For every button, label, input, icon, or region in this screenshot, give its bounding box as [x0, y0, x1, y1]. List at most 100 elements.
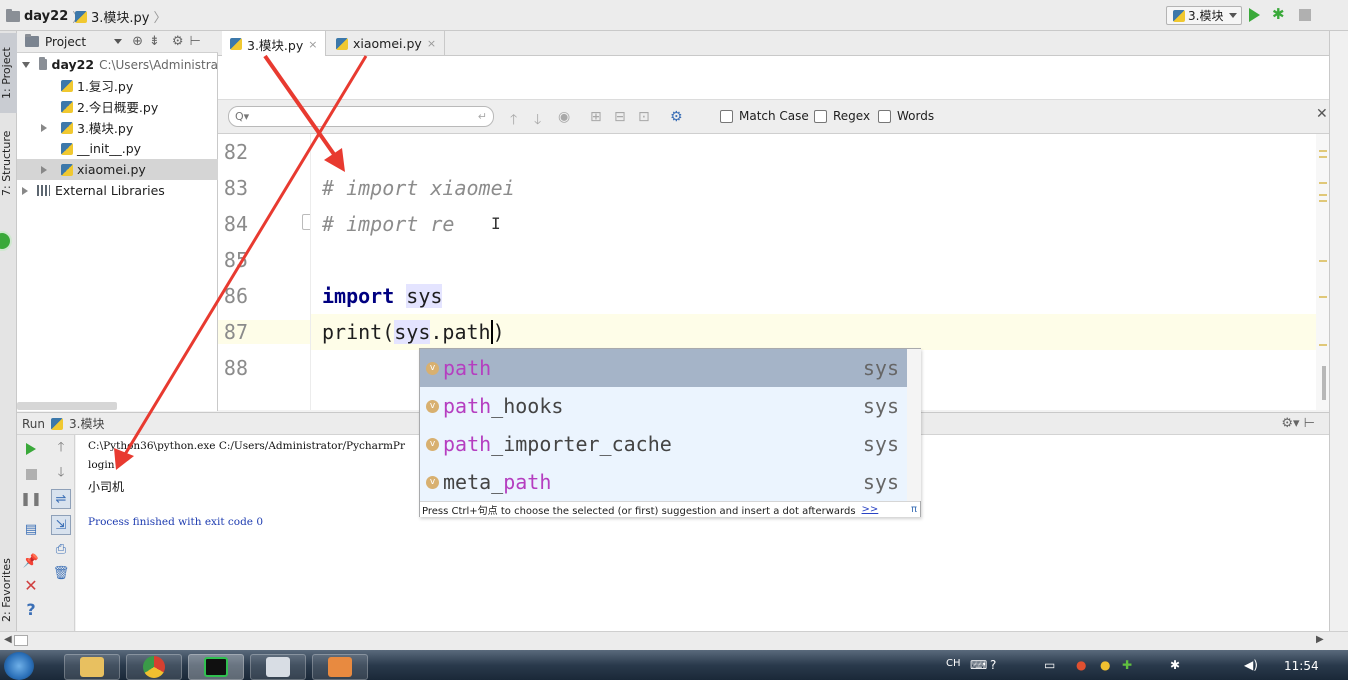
code-line[interactable]: # import xiaomei: [311, 170, 1329, 206]
print-button[interactable]: ⎙: [53, 541, 69, 557]
scroll-down-button[interactable]: 🡓: [53, 465, 69, 482]
scroll-marker[interactable]: [1319, 156, 1327, 158]
close-icon[interactable]: ×: [308, 38, 317, 51]
tree-item-file[interactable]: __init__.py: [17, 138, 218, 159]
taskbar-explorer[interactable]: [64, 654, 120, 680]
help-button[interactable]: ?: [23, 600, 39, 619]
run-button[interactable]: [1249, 8, 1260, 22]
close-icon[interactable]: ✕: [1316, 106, 1328, 122]
project-panel-scrollbar[interactable]: [17, 402, 117, 410]
checkbox-box[interactable]: [878, 109, 891, 123]
hide-panel-icon[interactable]: ⊢: [190, 34, 201, 49]
app-tray-icon[interactable]: ✚: [1122, 658, 1132, 672]
pi-icon[interactable]: π: [911, 504, 917, 515]
expand-arrow-icon[interactable]: [41, 165, 47, 174]
select-all-occurrences-icon[interactable]: ⊡: [638, 109, 650, 125]
target-icon[interactable]: ⊕: [132, 34, 143, 49]
battery-icon[interactable]: ▭: [1044, 658, 1055, 672]
tab-xiaomei-py[interactable]: xiaomei.py ×: [328, 31, 446, 56]
expand-arrow-icon[interactable]: [22, 61, 30, 68]
project-view-label[interactable]: Project: [45, 35, 86, 49]
scroll-marker[interactable]: [1319, 344, 1327, 346]
close-run-button[interactable]: ✕: [23, 576, 39, 595]
run-panel-title[interactable]: Run: [22, 417, 45, 431]
gear-icon[interactable]: ⚙: [172, 34, 184, 49]
scroll-marker[interactable]: [1319, 260, 1327, 262]
gear-icon[interactable]: ⚙: [670, 109, 683, 125]
tree-item-file-selected[interactable]: xiaomei.py: [17, 159, 218, 180]
remove-occurrence-icon[interactable]: ⊟: [614, 109, 626, 125]
pin-button[interactable]: 📌: [23, 553, 39, 569]
stop-button[interactable]: [23, 466, 39, 482]
popup-hint-link[interactable]: >>: [862, 504, 879, 515]
scroll-marker[interactable]: [1319, 150, 1327, 152]
bluetooth-icon[interactable]: ✱: [1170, 658, 1180, 672]
scroll-to-end-button[interactable]: ⇲: [51, 515, 71, 535]
ime-indicator[interactable]: CH: [946, 658, 961, 669]
expand-arrow-icon[interactable]: [22, 186, 28, 195]
app-tray-icon[interactable]: ●: [1100, 658, 1110, 672]
tree-item-file[interactable]: 1.复习.py: [17, 75, 218, 96]
rerun-button[interactable]: [23, 441, 39, 457]
scroll-marker[interactable]: [1319, 194, 1327, 196]
search-input[interactable]: Q▾ ↵: [228, 106, 494, 127]
tab-project[interactable]: 1: Project: [0, 33, 17, 113]
chevron-down-icon[interactable]: [114, 39, 123, 44]
collapse-icon[interactable]: ⇟: [149, 34, 160, 49]
arrow-up-icon[interactable]: 🡑: [510, 109, 517, 133]
keyboard-icon[interactable]: ⌨: [970, 658, 987, 672]
clock[interactable]: 11:54: [1284, 659, 1319, 673]
editor-scrollbar[interactable]: [1316, 134, 1329, 410]
horizontal-scrollbar[interactable]: ◀ ▶: [0, 631, 1348, 650]
pause-button[interactable]: ❚❚: [20, 491, 42, 507]
arrow-right-icon[interactable]: ▶: [1316, 634, 1324, 645]
checkbox-box[interactable]: [720, 109, 733, 123]
popup-scrollbar[interactable]: [907, 349, 921, 501]
find-all-icon[interactable]: ◉: [558, 109, 570, 125]
checkbox-box[interactable]: [814, 109, 827, 123]
close-icon[interactable]: ×: [427, 37, 436, 50]
regex-checkbox[interactable]: Regex: [814, 109, 870, 123]
stop-button[interactable]: [1299, 9, 1311, 21]
suggestion-item[interactable]: v meta_ path sys: [420, 463, 907, 501]
app-tray-icon[interactable]: ●: [1076, 658, 1086, 672]
gear-icon[interactable]: ⚙▾ ⊢: [1281, 416, 1315, 431]
suggestion-item[interactable]: v path _importer_cache sys: [420, 425, 907, 463]
match-case-checkbox[interactable]: Match Case: [720, 109, 809, 123]
tab-structure[interactable]: 7: Structure: [0, 123, 17, 203]
expand-arrow-icon[interactable]: [41, 123, 47, 132]
code-line-current[interactable]: print(sys.path): [311, 314, 1329, 350]
scroll-up-button[interactable]: 🡑: [53, 440, 69, 457]
tree-external-libraries[interactable]: External Libraries: [17, 180, 218, 201]
taskbar-chrome[interactable]: [126, 654, 182, 680]
code-line[interactable]: import sys: [311, 278, 1329, 314]
code-line[interactable]: # import re I: [311, 206, 1329, 242]
scroll-marker[interactable]: [1319, 296, 1327, 298]
debug-button[interactable]: ✱: [1272, 6, 1288, 22]
code-line[interactable]: [311, 134, 1329, 170]
run-panel-config[interactable]: 3.模块: [69, 415, 104, 432]
suggestion-item-selected[interactable]: v path sys: [420, 349, 907, 387]
scroll-marker[interactable]: [1319, 182, 1327, 184]
tree-item-file[interactable]: 2.今日概要.py: [17, 96, 218, 117]
volume-icon[interactable]: ◀): [1244, 658, 1258, 672]
scroll-thumb[interactable]: [1322, 366, 1326, 400]
suggestion-item[interactable]: v path _hooks sys: [420, 387, 907, 425]
start-button[interactable]: [4, 652, 34, 680]
tab-3-module-py[interactable]: 3.模块.py ×: [222, 31, 327, 57]
arrow-left-icon[interactable]: ◀: [4, 634, 12, 645]
taskbar-app[interactable]: [312, 654, 368, 680]
code-line[interactable]: [311, 242, 1329, 278]
taskbar-window[interactable]: [250, 654, 306, 680]
search-icon[interactable]: Q▾: [235, 110, 249, 123]
tab-favorites[interactable]: 2: Favorites: [0, 551, 17, 629]
breadcrumb-file[interactable]: 3.模块.py 〉: [75, 7, 167, 26]
scroll-thumb[interactable]: [14, 635, 28, 646]
help-icon[interactable]: ?: [990, 658, 996, 672]
arrow-down-icon[interactable]: 🡓: [534, 109, 541, 133]
words-checkbox[interactable]: Words: [878, 109, 934, 123]
tree-root-day22[interactable]: day22 C:\Users\Administra: [17, 54, 218, 75]
scroll-marker[interactable]: [1319, 200, 1327, 202]
restore-layout-button[interactable]: ▤: [23, 521, 39, 537]
soft-wrap-button[interactable]: ⇌: [51, 489, 71, 509]
